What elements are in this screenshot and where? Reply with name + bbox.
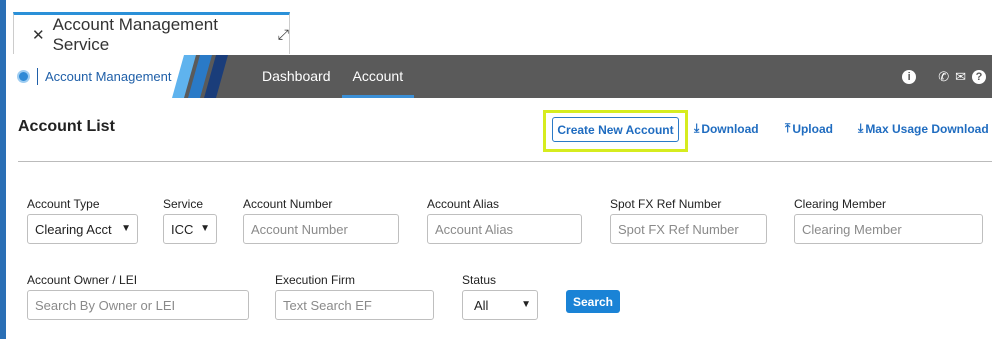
max-usage-label: Max Usage Download bbox=[865, 121, 989, 136]
max-usage-download-link[interactable]: ⤓ Max Usage Download bbox=[858, 121, 989, 136]
tab-account-management-service[interactable]: ✕ Account Management Service ⤢ bbox=[13, 12, 290, 54]
spot-fx-label: Spot FX Ref Number bbox=[610, 197, 722, 211]
service-label: Service bbox=[163, 197, 204, 211]
account-type-select[interactable]: Clearing Acct ▼ bbox=[27, 214, 138, 244]
download-icon: ⤓ bbox=[694, 121, 700, 135]
upload-icon: ⤒ bbox=[785, 121, 791, 135]
help-icon[interactable]: ? bbox=[972, 69, 986, 84]
execution-firm-label: Execution Firm bbox=[275, 273, 356, 287]
account-number-input[interactable] bbox=[243, 214, 399, 244]
chevron-down-icon: ▼ bbox=[521, 299, 531, 310]
spot-fx-input[interactable] bbox=[610, 214, 767, 244]
owner-lei-input[interactable] bbox=[27, 290, 249, 320]
status-value: All bbox=[474, 297, 489, 313]
brand[interactable]: Account Management bbox=[6, 55, 184, 98]
top-navbar: Account Management Dashboard Account i ✆… bbox=[6, 55, 992, 98]
status-label: Status bbox=[462, 273, 497, 287]
info-icon[interactable]: i bbox=[902, 69, 917, 84]
page-title: Account List bbox=[18, 118, 115, 135]
brand-divider bbox=[37, 68, 38, 85]
mail-icon[interactable]: ✉ bbox=[955, 69, 966, 85]
brand-stripes-logo bbox=[172, 55, 228, 98]
tab-title: Account Management Service bbox=[52, 14, 218, 54]
create-new-account-button[interactable]: Create New Account bbox=[552, 117, 679, 142]
upload-link[interactable]: ⤒ Upload bbox=[785, 121, 833, 136]
expand-icon[interactable]: ⤢ bbox=[278, 26, 289, 43]
download-link[interactable]: ⤓ Download bbox=[694, 121, 759, 136]
clearing-member-input[interactable] bbox=[794, 214, 983, 244]
divider bbox=[18, 161, 992, 162]
upload-label: Upload bbox=[792, 121, 833, 136]
clearing-member-label: Clearing Member bbox=[794, 197, 887, 211]
download-icon: ⤓ bbox=[858, 121, 864, 135]
account-type-value: Clearing Acct bbox=[35, 221, 112, 237]
phone-icon[interactable]: ✆ bbox=[938, 69, 949, 85]
chevron-down-icon: ▼ bbox=[121, 223, 131, 234]
search-button[interactable]: Search bbox=[566, 290, 620, 313]
account-alias-label: Account Alias bbox=[427, 197, 500, 211]
nav-account[interactable]: Account bbox=[341, 55, 415, 98]
brand-name: Account Management bbox=[45, 69, 172, 84]
owner-lei-label: Account Owner / LEI bbox=[27, 273, 138, 287]
globe-icon bbox=[17, 70, 30, 83]
account-type-label: Account Type bbox=[27, 197, 100, 211]
window-left-border bbox=[0, 0, 6, 339]
download-label: Download bbox=[701, 121, 759, 136]
nav-dashboard[interactable]: Dashboard bbox=[251, 55, 342, 98]
status-select[interactable]: All ▼ bbox=[462, 290, 538, 320]
execution-firm-input[interactable] bbox=[275, 290, 434, 320]
service-select[interactable]: ICC ▼ bbox=[163, 214, 217, 244]
chevron-down-icon: ▼ bbox=[200, 223, 210, 234]
close-icon[interactable]: ✕ bbox=[32, 26, 45, 44]
account-number-label: Account Number bbox=[243, 197, 333, 211]
account-alias-input[interactable] bbox=[427, 214, 582, 244]
service-value: ICC bbox=[171, 221, 194, 237]
